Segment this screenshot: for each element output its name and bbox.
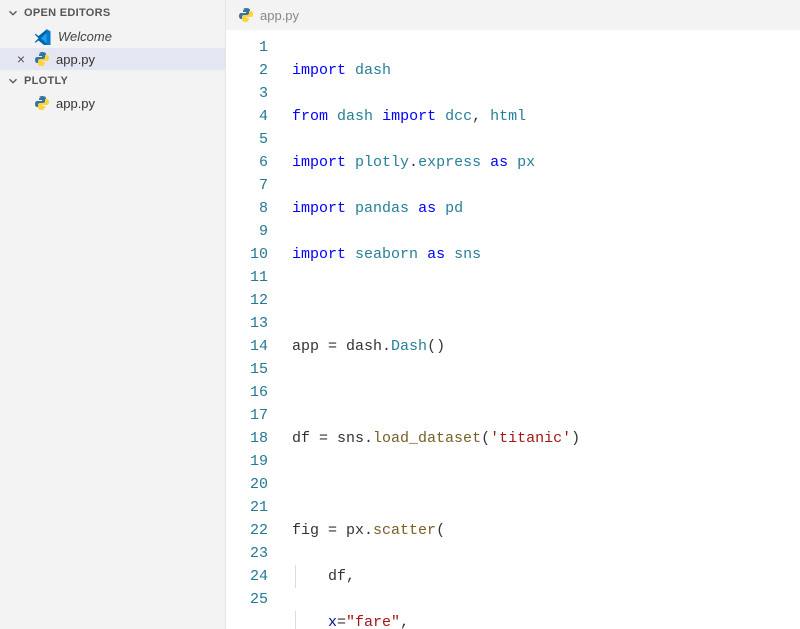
line-number: 4 <box>226 105 268 128</box>
line-number: 10 <box>226 243 268 266</box>
line-number: 9 <box>226 220 268 243</box>
line-number: 8 <box>226 197 268 220</box>
line-number: 13 <box>226 312 268 335</box>
line-number: 19 <box>226 450 268 473</box>
code-line[interactable]: x="fare", <box>286 611 800 629</box>
line-number: 25 <box>226 588 268 611</box>
line-number-gutter: 1 2 3 4 5 6 7 8 9 10 11 12 13 14 15 16 1… <box>226 36 286 629</box>
line-number: 21 <box>226 496 268 519</box>
code-line[interactable]: import pandas as pd <box>286 197 800 220</box>
close-icon[interactable]: × <box>14 51 28 67</box>
file-label: Welcome <box>58 29 112 44</box>
section-header-open-editors[interactable]: OPEN EDITORS <box>0 2 225 24</box>
code-line[interactable]: df, <box>286 565 800 588</box>
line-number: 15 <box>226 358 268 381</box>
code-line[interactable] <box>286 473 800 496</box>
line-number: 14 <box>226 335 268 358</box>
line-number: 7 <box>226 174 268 197</box>
line-number: 1 <box>226 36 268 59</box>
line-number: 2 <box>226 59 268 82</box>
line-number: 3 <box>226 82 268 105</box>
line-number: 12 <box>226 289 268 312</box>
tab-bar[interactable]: app.py <box>226 0 800 30</box>
line-number: 24 <box>226 565 268 588</box>
code-line[interactable]: df = sns.load_dataset('titanic') <box>286 427 800 450</box>
line-number: 20 <box>226 473 268 496</box>
python-icon <box>34 51 50 67</box>
code-line[interactable]: from dash import dcc, html <box>286 105 800 128</box>
line-number: 5 <box>226 128 268 151</box>
line-number: 22 <box>226 519 268 542</box>
section-title: PLOTLY <box>24 75 68 87</box>
vscode-icon <box>34 27 52 45</box>
line-number: 17 <box>226 404 268 427</box>
code-line[interactable]: import dash <box>286 59 800 82</box>
line-number: 23 <box>226 542 268 565</box>
sidebar: OPEN EDITORS Welcome × app.py PLOTLY app… <box>0 0 226 629</box>
line-number: 11 <box>226 266 268 289</box>
chevron-down-icon <box>6 6 20 20</box>
line-number: 18 <box>226 427 268 450</box>
file-label: app.py <box>56 96 95 111</box>
editor-area: app.py 1 2 3 4 5 6 7 8 9 10 11 12 13 14 … <box>226 0 800 629</box>
code-area[interactable]: 1 2 3 4 5 6 7 8 9 10 11 12 13 14 15 16 1… <box>226 30 800 629</box>
sidebar-item-app-py-open[interactable]: × app.py <box>0 48 225 70</box>
code-line[interactable]: import plotly.express as px <box>286 151 800 174</box>
chevron-down-icon <box>6 74 20 88</box>
tab-filename: app.py <box>260 8 299 23</box>
section-header-plotly[interactable]: PLOTLY <box>0 70 225 92</box>
code-line[interactable]: fig = px.scatter( <box>286 519 800 542</box>
code-line[interactable] <box>286 381 800 404</box>
python-icon <box>34 95 50 111</box>
sidebar-item-app-py-project[interactable]: app.py <box>0 92 225 114</box>
line-number: 16 <box>226 381 268 404</box>
code-line[interactable]: app = dash.Dash() <box>286 335 800 358</box>
section-title: OPEN EDITORS <box>24 7 111 19</box>
line-number: 6 <box>226 151 268 174</box>
file-label: app.py <box>56 52 95 67</box>
code-line[interactable]: import seaborn as sns <box>286 243 800 266</box>
code-line[interactable] <box>286 289 800 312</box>
python-icon <box>238 7 254 23</box>
code-content[interactable]: import dash from dash import dcc, html i… <box>286 36 800 629</box>
sidebar-item-welcome[interactable]: Welcome <box>0 24 225 48</box>
